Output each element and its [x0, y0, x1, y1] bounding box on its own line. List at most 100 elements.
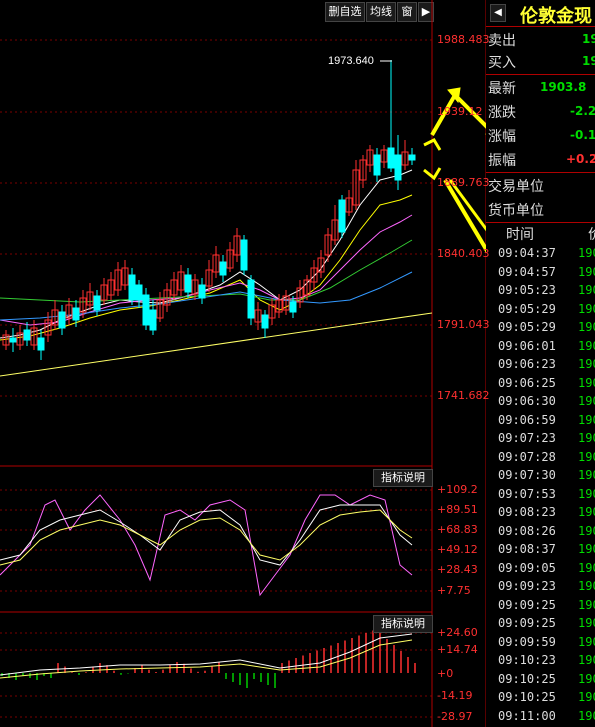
candle-body: [37, 337, 45, 351]
tick-price: 190: [578, 338, 595, 353]
price-axis-label: 1791.043: [437, 318, 490, 331]
tick-time: 09:04:37: [498, 246, 556, 260]
indicator1-level: +28.43: [437, 563, 478, 576]
quote-value-sell: 19: [582, 32, 595, 46]
tick-price: 190: [578, 412, 595, 427]
tick-time: 09:07:53: [498, 486, 556, 501]
price-axis-label: 1889.763: [437, 176, 490, 189]
tick-price: 190: [578, 579, 595, 593]
candle-body: [198, 284, 206, 299]
candle-body: [9, 337, 17, 343]
tick-time: 09:08:26: [498, 523, 556, 538]
candle-body: [373, 154, 381, 176]
candle-body: [93, 295, 101, 311]
candle-body: [23, 329, 31, 341]
candle-body: [240, 239, 248, 271]
indicator1-level: +49.12: [437, 543, 478, 556]
quote-value-amplitude: +0.2: [566, 152, 595, 166]
tick-price: 190: [578, 542, 595, 556]
candle-body: [135, 284, 143, 301]
price-axis-label: 1840.403: [437, 247, 490, 260]
tick-price: 190: [578, 357, 595, 371]
tick-time: 09:09:05: [498, 560, 556, 575]
candle-body: [219, 261, 227, 276]
tick-price: 190: [578, 375, 595, 390]
tick-time: 09:08:23: [498, 505, 556, 519]
tick-price: 190: [578, 505, 595, 519]
candle-body: [261, 314, 269, 329]
candle-body: [408, 154, 416, 161]
tick-price: 190: [578, 671, 595, 686]
tick-time: 09:06:59: [498, 412, 556, 427]
tick-time: 09:10:25: [498, 671, 556, 686]
indicator1-level: +7.75: [437, 584, 471, 597]
candle-body: [387, 147, 395, 169]
price-axis-label: 1741.682: [437, 389, 490, 402]
tick-time: 09:06:30: [498, 394, 556, 408]
indicator1-level: +89.51: [437, 503, 478, 516]
tick-time: 09:05:29: [498, 301, 556, 316]
tick-time: 09:10:25: [498, 690, 556, 704]
tick-time: 09:08:37: [498, 542, 556, 556]
indicator2-level: +14.74: [437, 643, 478, 656]
tick-time: 09:09:23: [498, 579, 556, 593]
tick-time: 09:09:25: [498, 616, 556, 630]
candle-body: [289, 301, 297, 313]
price-axis-label: 1939.12: [437, 105, 483, 118]
quote-value-buy: 19: [582, 54, 595, 68]
tick-time: 09:09:59: [498, 634, 556, 649]
indicator1-level: +68.83: [437, 523, 478, 536]
annotation-arrows: [423, 87, 486, 253]
candle-body: [149, 309, 157, 331]
tick-time: 09:10:23: [498, 653, 556, 667]
tick-price: 190: [578, 653, 595, 667]
indicator1-info-button[interactable]: 指标说明: [373, 469, 433, 487]
tick-time: 09:06:01: [498, 338, 556, 353]
macd-line-yellow: [0, 639, 413, 679]
indicator2-level: +24.60: [437, 626, 478, 639]
ticks-header-price: 价: [588, 224, 595, 244]
indicator2-info-button[interactable]: 指标说明: [373, 615, 433, 633]
ticks-header-time: 时间: [506, 227, 534, 243]
candle-body: [72, 307, 80, 321]
tick-price: 190: [578, 449, 595, 464]
quote-label-latest: 最新: [488, 81, 516, 97]
tick-time: 09:05:29: [498, 320, 556, 334]
instrument-title: 伦敦金现: [520, 6, 592, 27]
tick-price: 190: [578, 690, 595, 704]
quote-label-sell: 卖出: [488, 33, 516, 49]
panel-arrow-button[interactable]: ◀: [490, 4, 506, 22]
tick-time: 09:06:25: [498, 375, 556, 390]
candle-body: [128, 274, 136, 301]
tick-time: 09:07:23: [498, 431, 556, 445]
currency-unit-label: 货币单位: [488, 203, 544, 219]
tick-price: 190: [578, 394, 595, 408]
quote-label-change-pct: 涨幅: [488, 129, 516, 145]
tick-price: 190: [578, 468, 595, 482]
candle-body: [394, 154, 402, 181]
tick-time: 09:07:28: [498, 449, 556, 464]
indicator2-level: +0: [437, 667, 454, 680]
tick-time: 09:09:25: [498, 597, 556, 612]
tick-price: 190: [578, 523, 595, 538]
quote-panel: ◀ 伦敦金现 卖出 19 买入 19 最新 1903.8 涨跌 -2.2 涨幅 …: [486, 0, 595, 727]
candlesticks: [2, 60, 416, 360]
tick-time: 09:04:57: [498, 264, 556, 279]
candle-body: [142, 294, 150, 326]
tick-price: 190: [578, 283, 595, 297]
price-axis-label: 1988.483: [437, 33, 490, 46]
tick-price: 190: [578, 486, 595, 501]
kdj-line-yellow: [0, 509, 413, 566]
candle-body: [184, 274, 192, 293]
quote-label-amplitude: 振幅: [488, 153, 516, 169]
quote-label-change: 涨跌: [488, 105, 516, 121]
trade-unit-label: 交易单位: [488, 179, 544, 195]
tick-price: 190: [578, 246, 595, 260]
quote-value-change: -2.2: [570, 104, 595, 118]
indicator2-level: -28.97: [437, 710, 473, 723]
tick-time: 09:06:23: [498, 357, 556, 371]
macd-bars: [1, 630, 416, 688]
tick-time: 09:11:00: [498, 708, 556, 723]
tick-time: 09:05:23: [498, 283, 556, 297]
candle-body: [247, 279, 255, 319]
